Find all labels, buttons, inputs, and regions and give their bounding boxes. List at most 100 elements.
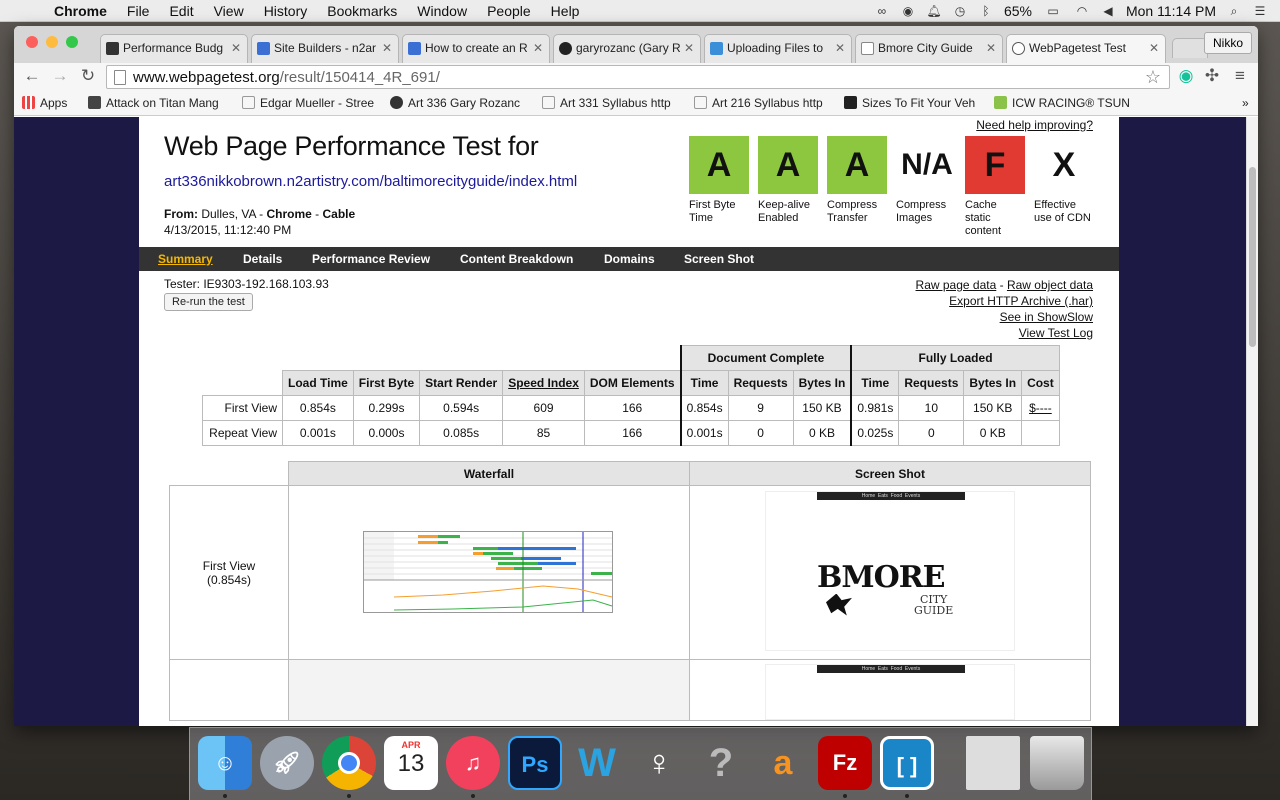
spotlight-search-icon[interactable]: ⌕ <box>1226 4 1242 18</box>
tab-performance-budget[interactable]: Performance Budg ✕ <box>100 34 248 63</box>
menu-people[interactable]: People <box>487 3 531 19</box>
creative-cloud-icon[interactable]: ∞ <box>874 4 890 18</box>
waterfall-thumbnail[interactable] <box>363 530 613 613</box>
menu-bookmarks[interactable]: Bookmarks <box>327 3 397 19</box>
notification-center-icon[interactable]: ☰ <box>1252 4 1268 18</box>
wordpress-w-icon[interactable]: W <box>570 736 624 790</box>
tab-uploading-files[interactable]: Uploading Files to ✕ <box>704 34 852 63</box>
grade-cdn[interactable]: X <box>1034 136 1094 194</box>
notification-bell-icon[interactable]: 🔔︎ <box>926 4 942 18</box>
menubar-clock[interactable]: Mon 11:14 PM <box>1126 3 1216 19</box>
bluetooth-icon[interactable]: ᛒ <box>978 4 994 18</box>
showslow-link[interactable]: See in ShowSlow <box>1000 310 1093 324</box>
battery-icon[interactable]: ▭ <box>1042 4 1064 18</box>
bookmark-attack-on-titan[interactable]: Attack on Titan Mang <box>88 96 228 110</box>
reload-icon[interactable]: ↻ <box>78 66 98 86</box>
bookmark-edgar-mueller[interactable]: Edgar Mueller - Stree <box>242 96 374 110</box>
filezilla-icon[interactable]: Fz <box>818 736 872 790</box>
extensions-puzzle-icon[interactable]: ✣ <box>1202 66 1222 86</box>
running-indicator <box>347 794 351 798</box>
export-har-link[interactable]: Export HTTP Archive (.har) <box>949 294 1093 308</box>
rerun-test-button[interactable]: Re-run the test <box>164 293 253 311</box>
raw-object-data-link[interactable]: Raw object data <box>1007 278 1093 292</box>
view-test-log-link[interactable]: View Test Log <box>1019 326 1093 340</box>
grade-keep-alive[interactable]: A <box>758 136 818 194</box>
tab-close-icon[interactable]: ✕ <box>1149 41 1159 55</box>
tab-site-builders[interactable]: Site Builders - n2ar ✕ <box>251 34 399 63</box>
bookmark-art-336[interactable]: Art 336 Gary Rozanc <box>390 96 530 110</box>
grade-first-byte-time[interactable]: A <box>689 136 749 194</box>
bookmark-sizes-to-fit[interactable]: Sizes To Fit Your Veh <box>844 96 984 110</box>
tab-close-icon[interactable]: ✕ <box>835 41 845 55</box>
table-cell <box>1021 420 1060 446</box>
chrome-menu-icon[interactable]: ≡ <box>1230 66 1250 86</box>
nav-details[interactable]: Details <box>243 252 282 266</box>
page-info-icon[interactable] <box>114 70 126 85</box>
bookmark-star-icon[interactable]: ☆ <box>1145 67 1161 88</box>
photoshop-icon[interactable]: Ps <box>508 736 562 790</box>
volume-icon[interactable]: ◀ <box>1100 4 1116 18</box>
nav-performance-review[interactable]: Performance Review <box>312 252 430 266</box>
bookmark-apps[interactable]: Apps <box>22 96 67 110</box>
menu-help[interactable]: Help <box>551 3 580 19</box>
tab-how-to-create[interactable]: How to create an R ✕ <box>402 34 550 63</box>
tab-github-garyrozanc[interactable]: garyrozanc (Gary R ✕ <box>553 34 701 63</box>
grammarly-extension-icon[interactable]: ◉ <box>1176 66 1196 86</box>
nav-content-breakdown[interactable]: Content Breakdown <box>460 252 573 266</box>
menu-edit[interactable]: Edit <box>169 3 193 19</box>
bookmark-icw-racing[interactable]: ICW RACING® TSUN <box>994 96 1134 110</box>
tab-bmore-city-guide[interactable]: Bmore City Guide ✕ <box>855 34 1003 63</box>
trash-icon[interactable] <box>1030 736 1084 790</box>
nav-screen-shot[interactable]: Screen Shot <box>684 252 754 266</box>
tab-close-icon[interactable]: ✕ <box>684 41 694 55</box>
page-scrollbar[interactable] <box>1246 117 1258 726</box>
new-tab-button[interactable] <box>1172 38 1208 58</box>
menu-file[interactable]: File <box>127 3 150 19</box>
grade-cache-static[interactable]: F <box>965 136 1025 194</box>
tab-close-icon[interactable]: ✕ <box>231 41 241 55</box>
back-icon[interactable]: ← <box>22 66 42 86</box>
bookmark-art-331[interactable]: Art 331 Syllabus http <box>542 96 680 110</box>
bookmark-art-216[interactable]: Art 216 Syllabus http <box>694 96 832 110</box>
tab-close-icon[interactable]: ✕ <box>533 41 543 55</box>
nav-domains[interactable]: Domains <box>604 252 655 266</box>
help-question-icon[interactable]: ? <box>694 736 748 790</box>
address-bar[interactable]: www.webpagetest.org/result/150414_4R_691… <box>106 65 1170 89</box>
avast-icon[interactable]: a <box>756 736 810 790</box>
preview-window-icon[interactable] <box>966 736 1020 790</box>
screenshot-thumbnail[interactable]: Home Eats Food Events BMORE CITY GUIDE <box>765 490 1015 651</box>
scrollbar-thumb[interactable] <box>1249 167 1256 347</box>
raw-page-data-link[interactable]: Raw page data <box>916 278 997 292</box>
tab-close-icon[interactable]: ✕ <box>382 41 392 55</box>
itunes-icon[interactable]: ♫ <box>446 736 500 790</box>
minimize-window-icon[interactable] <box>46 36 58 48</box>
speed-index-header-link[interactable]: Speed Index <box>502 370 585 396</box>
tab-close-icon[interactable]: ✕ <box>986 41 996 55</box>
menu-app-name[interactable]: Chrome <box>54 3 107 19</box>
forward-icon[interactable]: → <box>50 66 70 86</box>
menu-history[interactable]: History <box>264 3 308 19</box>
aim-icon[interactable]: ♀ <box>632 736 686 790</box>
close-window-icon[interactable] <box>26 36 38 48</box>
chrome-icon[interactable] <box>322 736 376 790</box>
wifi-icon[interactable]: ◠ <box>1074 4 1090 18</box>
bookmarks-overflow-button[interactable]: » <box>1242 96 1249 110</box>
menu-window[interactable]: Window <box>417 3 467 19</box>
zoom-window-icon[interactable] <box>66 36 78 48</box>
launchpad-icon[interactable]: 🚀︎ <box>260 736 314 790</box>
menu-view[interactable]: View <box>214 3 244 19</box>
grammarly-icon[interactable]: ◉ <box>900 4 916 18</box>
grade-compress-images[interactable]: N/A <box>896 136 958 194</box>
grade-compress-transfer[interactable]: A <box>827 136 887 194</box>
tested-url-link[interactable]: art336nikkobrown.n2artistry.com/baltimor… <box>164 173 577 190</box>
brackets-icon[interactable]: [ ] <box>880 736 934 790</box>
nav-summary[interactable]: Summary <box>158 252 213 266</box>
time-machine-icon[interactable]: ◷ <box>952 4 968 18</box>
tab-webpagetest[interactable]: WebPagetest Test ✕ <box>1006 34 1166 63</box>
profile-button[interactable]: Nikko <box>1203 32 1252 54</box>
screenshot-thumbnail[interactable]: Home Eats Food Events <box>765 664 1015 720</box>
calendar-icon[interactable]: APR 13 <box>384 736 438 790</box>
cost-link[interactable]: $---- <box>1021 395 1060 421</box>
finder-icon[interactable]: ☺ <box>198 736 252 790</box>
help-improving-link[interactable]: Need help improving? <box>976 118 1093 132</box>
